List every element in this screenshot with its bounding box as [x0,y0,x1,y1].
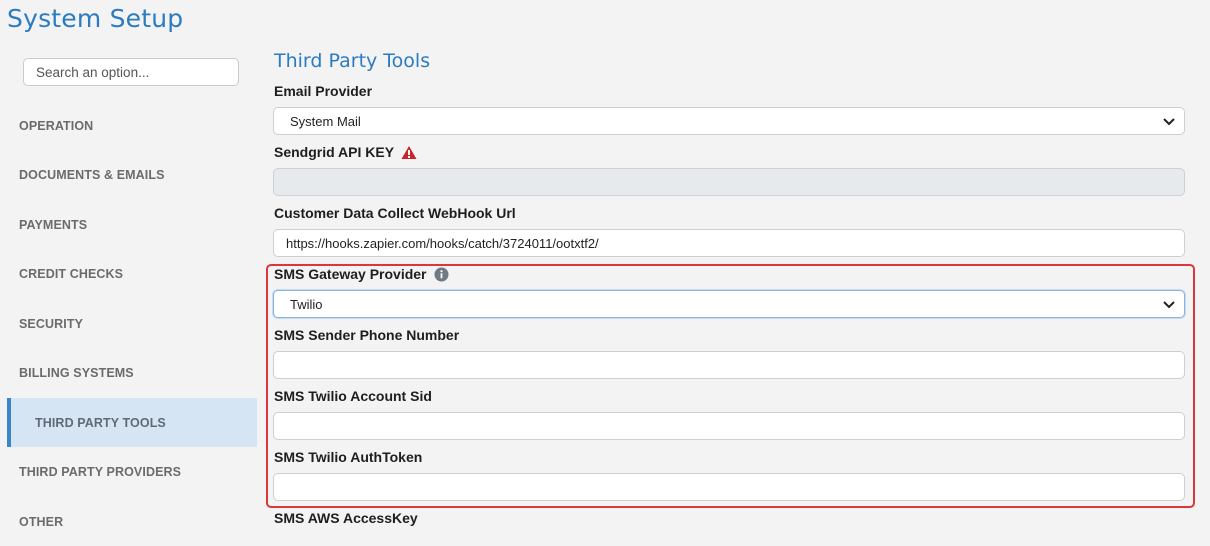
sendgrid-api-key-input[interactable] [273,168,1185,196]
twilio-account-sid-input[interactable] [273,412,1185,440]
sendgrid-label: Sendgrid API KEY [274,144,417,160]
sms-gateway-select[interactable]: Twilio [273,290,1185,318]
sms-sender-label: SMS Sender Phone Number [274,327,459,343]
sidebar-item-billing-systems[interactable]: BILLING SYSTEMS [7,348,257,397]
email-provider-label: Email Provider [274,83,372,99]
warning-icon [401,145,417,160]
twilio-authtoken-input[interactable] [273,473,1185,501]
sendgrid-label-text: Sendgrid API KEY [274,144,395,160]
aws-accesskey-label: SMS AWS AccessKey [274,510,418,526]
twilio-sid-label: SMS Twilio Account Sid [274,388,432,404]
twilio-token-label-text: SMS Twilio AuthToken [274,449,423,465]
sidebar-item-label: THIRD PARTY TOOLS [35,415,166,430]
sidebar-item-label: PAYMENTS [19,217,88,232]
email-provider-value: System Mail [290,113,361,129]
aws-accesskey-label-text: SMS AWS AccessKey [274,510,418,526]
sms-gateway-label-text: SMS Gateway Provider [274,266,427,282]
sidebar-item-label: SECURITY [19,316,84,331]
search-input[interactable] [23,58,239,86]
sms-gateway-value: Twilio [290,296,323,312]
sms-gateway-label: SMS Gateway Provider [274,266,449,282]
sms-sender-label-text: SMS Sender Phone Number [274,327,460,343]
sidebar-item-label: DOCUMENTS & EMAILS [19,167,165,182]
webhook-label-text: Customer Data Collect WebHook Url [274,205,516,221]
sidebar-item-label: OPERATION [19,118,94,133]
sidebar-item-credit-checks[interactable]: CREDIT CHECKS [7,249,257,298]
sidebar-item-label: BILLING SYSTEMS [19,365,134,380]
sidebar-item-label: OTHER [19,514,64,529]
sidebar-item-third-party-tools[interactable]: THIRD PARTY TOOLS [7,398,257,447]
twilio-token-label: SMS Twilio AuthToken [274,449,422,465]
sidebar-item-operation[interactable]: OPERATION [7,101,257,150]
email-provider-label-text: Email Provider [274,83,373,99]
sidebar-item-documents-emails[interactable]: DOCUMENTS & EMAILS [7,150,257,199]
sidebar-item-payments[interactable]: PAYMENTS [7,200,257,249]
chevron-down-icon [1162,297,1176,311]
webhook-label: Customer Data Collect WebHook Url [274,205,516,221]
info-icon[interactable] [434,267,449,282]
chevron-down-icon [1162,114,1176,128]
sidebar: OPERATION DOCUMENTS & EMAILS PAYMENTS CR… [0,0,258,529]
sidebar-item-label: THIRD PARTY PROVIDERS [19,464,182,479]
sidebar-item-security[interactable]: SECURITY [7,299,257,348]
section-title: Third Party Tools [274,50,431,72]
sidebar-item-third-party-providers[interactable]: THIRD PARTY PROVIDERS [7,447,257,496]
webhook-url-input[interactable]: https://hooks.zapier.com/hooks/catch/372… [273,229,1185,257]
twilio-sid-label-text: SMS Twilio Account Sid [274,388,432,404]
sidebar-item-other[interactable]: OTHER [7,497,257,546]
email-provider-select[interactable]: System Mail [273,107,1185,135]
sidebar-item-label: CREDIT CHECKS [19,266,124,281]
sms-sender-phone-input[interactable] [273,351,1185,379]
